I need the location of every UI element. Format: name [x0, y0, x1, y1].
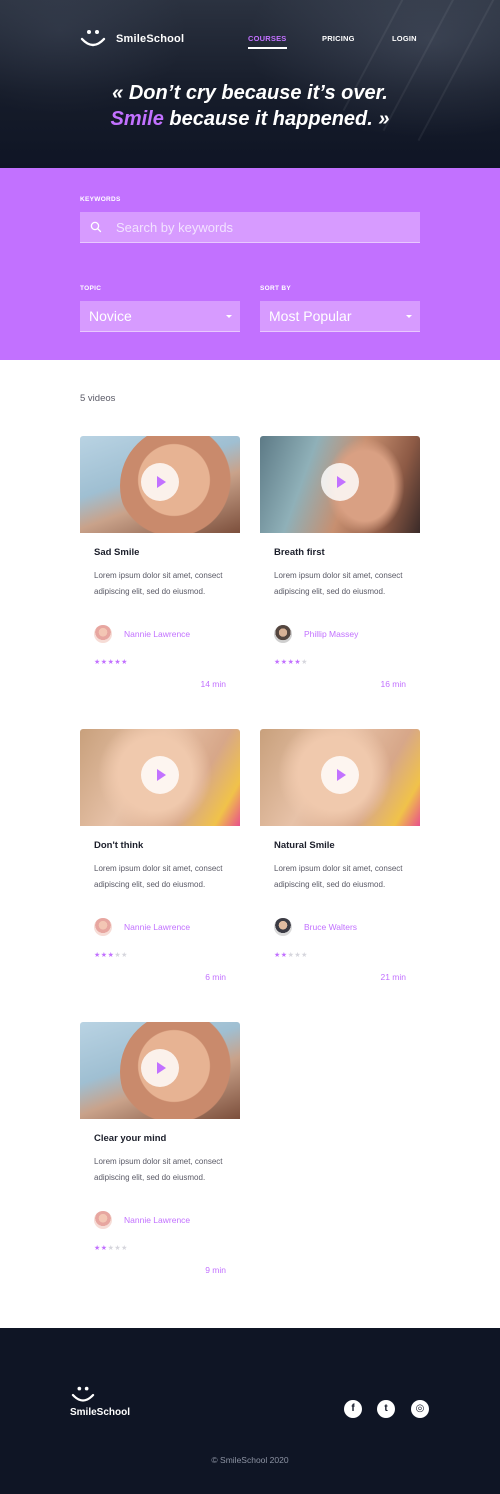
sort-label: SORT BY — [260, 285, 291, 292]
video-author[interactable]: Phillip Massey — [304, 629, 358, 639]
star-icon: ★ — [100, 1245, 108, 1252]
star-rating: ★★★★★ — [94, 951, 128, 959]
video-thumbnail[interactable] — [260, 729, 420, 826]
topic-value: Novice — [89, 308, 132, 324]
star-icon: ★ — [301, 952, 308, 959]
star-icon: ★ — [274, 952, 281, 959]
footer: SmileSchool f t ◎ © SmileSchool 2020 — [0, 1328, 500, 1494]
avatar — [94, 1211, 112, 1229]
instagram-icon[interactable]: ◎ — [411, 1400, 429, 1418]
nav-pricing[interactable]: PRICING — [322, 33, 355, 45]
nav-login[interactable]: LOGIN — [392, 33, 417, 45]
main-nav: COURSES PRICING LOGIN — [0, 33, 500, 49]
star-rating: ★★★★★ — [274, 951, 308, 959]
star-icon: ★ — [280, 659, 288, 666]
star-icon: ★ — [280, 952, 288, 959]
video-card[interactable]: Breath first Lorem ipsum dolor sit amet,… — [260, 436, 420, 706]
topic-label: TOPIC — [80, 285, 102, 292]
video-duration: 9 min — [205, 1265, 226, 1275]
avatar — [274, 918, 292, 936]
chevron-down-icon — [406, 315, 412, 318]
sort-value: Most Popular — [269, 308, 352, 324]
star-rating: ★★★★★ — [94, 1244, 128, 1252]
hero-header: SmileSchool COURSES PRICING LOGIN « Don’… — [0, 0, 500, 168]
star-rating: ★★★★★ — [94, 658, 128, 666]
avatar — [274, 625, 292, 643]
footer-brand[interactable]: SmileSchool — [70, 1384, 150, 1418]
video-thumbnail[interactable] — [80, 729, 240, 826]
video-description: Lorem ipsum dolor sit amet, consect adip… — [94, 864, 223, 889]
avatar — [94, 625, 112, 643]
smile-logo-icon — [71, 1386, 95, 1402]
search-input[interactable]: Search by keywords — [80, 212, 420, 243]
star-icon: ★ — [100, 952, 108, 959]
video-count: 5 videos — [80, 393, 116, 404]
facebook-icon[interactable]: f — [344, 1400, 362, 1418]
avatar — [94, 918, 112, 936]
star-icon: ★ — [94, 952, 101, 959]
video-duration: 14 min — [200, 679, 226, 689]
nav-courses[interactable]: COURSES — [248, 33, 287, 49]
video-description: Lorem ipsum dolor sit amet, consect adip… — [274, 864, 403, 889]
quote-line-2-rest: because it happened. » — [163, 108, 390, 130]
copyright: © SmileSchool 2020 — [211, 1455, 289, 1465]
star-icon: ★ — [94, 659, 101, 666]
video-description: Lorem ipsum dolor sit amet, consect adip… — [94, 1157, 223, 1182]
quote-line-1: « Don’t cry because it’s over. — [112, 82, 388, 104]
star-icon: ★ — [274, 659, 281, 666]
star-icon: ★ — [100, 659, 108, 666]
search-placeholder: Search by keywords — [116, 220, 234, 235]
video-duration: 6 min — [205, 972, 226, 982]
sort-select[interactable]: Most Popular — [260, 301, 420, 332]
video-duration: 21 min — [380, 972, 406, 982]
quote-highlight: Smile — [110, 108, 164, 130]
star-icon: ★ — [94, 1245, 101, 1252]
play-icon[interactable] — [321, 463, 359, 501]
search-icon — [90, 221, 102, 233]
video-author[interactable]: Bruce Walters — [304, 922, 357, 932]
video-author[interactable]: Nannie Lawrence — [124, 629, 190, 639]
play-icon[interactable] — [321, 756, 359, 794]
topic-select[interactable]: Novice — [80, 301, 240, 332]
video-description: Lorem ipsum dolor sit amet, consect adip… — [274, 571, 403, 596]
star-icon: ★ — [121, 1245, 128, 1252]
video-title: Don't think — [94, 840, 144, 851]
star-icon: ★ — [301, 659, 308, 666]
video-card[interactable]: Clear your mind Lorem ipsum dolor sit am… — [80, 1022, 240, 1292]
video-author[interactable]: Nannie Lawrence — [124, 922, 190, 932]
video-thumbnail[interactable] — [80, 436, 240, 533]
chevron-down-icon — [226, 315, 232, 318]
video-title: Natural Smile — [274, 840, 335, 851]
star-icon: ★ — [121, 952, 128, 959]
video-description: Lorem ipsum dolor sit amet, consect adip… — [94, 571, 223, 596]
video-thumbnail[interactable] — [260, 436, 420, 533]
video-card[interactable]: Don't think Lorem ipsum dolor sit amet, … — [80, 729, 240, 999]
video-thumbnail[interactable] — [80, 1022, 240, 1119]
filter-section: KEYWORDS Search by keywords TOPIC Novice… — [0, 168, 500, 360]
play-icon[interactable] — [141, 756, 179, 794]
video-title: Breath first — [274, 547, 325, 558]
video-title: Clear your mind — [94, 1133, 167, 1144]
video-author[interactable]: Nannie Lawrence — [124, 1215, 190, 1225]
quote-line-2: Smile because it happened. » — [0, 106, 500, 132]
video-duration: 16 min — [380, 679, 406, 689]
play-icon[interactable] — [141, 1049, 179, 1087]
twitter-icon[interactable]: t — [377, 1400, 395, 1418]
star-rating: ★★★★★ — [274, 658, 308, 666]
play-icon[interactable] — [141, 463, 179, 501]
video-card[interactable]: Sad Smile Lorem ipsum dolor sit amet, co… — [80, 436, 240, 706]
hero-quote: « Don’t cry because it’s over. Smile bec… — [0, 80, 500, 132]
video-card[interactable]: Natural Smile Lorem ipsum dolor sit amet… — [260, 729, 420, 999]
video-title: Sad Smile — [94, 547, 140, 558]
footer-brand-name: SmileSchool — [70, 1407, 131, 1418]
keywords-label: KEYWORDS — [80, 196, 121, 203]
star-icon: ★ — [121, 659, 128, 666]
